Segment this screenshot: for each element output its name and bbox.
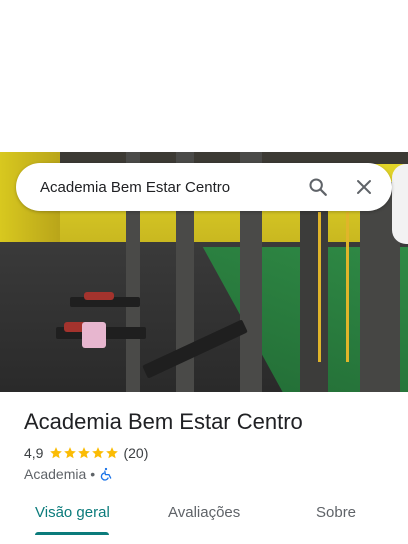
search-bar[interactable]: Academia Bem Estar Centro [16,163,392,211]
star-icon [50,447,63,459]
tab-visao-geral[interactable]: Visão geral [35,504,110,521]
search-button[interactable] [298,167,338,207]
photo-bench-pad [84,292,114,300]
rating-value: 4,9 [24,445,44,461]
category-row: Academia • [24,466,113,482]
photo-cable [346,212,349,362]
search-input[interactable]: Academia Bem Estar Centro [40,179,298,196]
separator-dot: • [90,466,96,482]
close-icon [357,180,371,194]
place-category: Academia [24,466,87,482]
photo-towel [82,322,106,348]
search-icon [309,178,327,196]
wheelchair-accessible-icon [100,467,112,481]
photo-sign [392,164,408,244]
star-icon [78,447,91,459]
rating-row[interactable]: 4,9 (20) [24,444,148,462]
star-icon [64,447,77,459]
tab-sobre[interactable]: Sobre [316,504,356,521]
rating-stars [49,446,119,460]
star-icon [92,447,105,459]
tab-bar: Visão geral Avaliações Sobre [0,500,408,544]
tab-avaliacoes[interactable]: Avaliações [168,504,240,521]
map-area-blank [0,0,408,152]
photo-cable [318,212,321,362]
star-icon [106,447,119,459]
photo-machine [300,192,328,392]
place-title: Academia Bem Estar Centro [24,409,303,434]
reviews-count[interactable]: (20) [123,445,148,461]
active-tab-indicator [35,532,109,535]
close-button[interactable] [344,167,384,207]
